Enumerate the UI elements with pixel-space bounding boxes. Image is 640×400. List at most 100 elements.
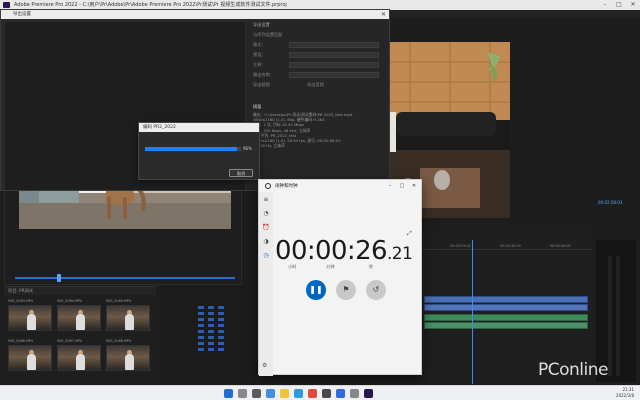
mixer-cell[interactable] xyxy=(218,312,224,315)
stopwatch-icon[interactable]: ◷ xyxy=(262,252,270,260)
file-explorer-icon[interactable] xyxy=(280,389,289,398)
mixer-cell[interactable] xyxy=(218,324,224,327)
mixer-cell[interactable] xyxy=(198,336,204,339)
timeline-ruler[interactable]: 00:00:15:00 00:00:30:00 00:00:45:00 xyxy=(420,244,592,250)
mixer-cell[interactable] xyxy=(208,336,214,339)
mixer-cell[interactable] xyxy=(198,318,204,321)
stopwatch-display: 00:00:26.21 xyxy=(275,236,421,266)
summary-label: 摘要 xyxy=(253,104,262,109)
mixer-cell[interactable] xyxy=(208,306,214,309)
mixer-cell[interactable] xyxy=(208,348,214,351)
encoding-dialog-title: 编码 PR2_2022 xyxy=(139,123,259,132)
mixer-cell[interactable] xyxy=(208,324,214,327)
clock-sidebar: ≡ ◔ ⏰ ◑ ◷ xyxy=(259,192,273,376)
clock-app-window: 闹钟和时钟 – □ ✕ ≡ ◔ ⏰ ◑ ◷ ⤢ 00:00:26.21 小时 分… xyxy=(258,179,422,376)
store-icon[interactable] xyxy=(308,389,317,398)
bin-thumbnail[interactable] xyxy=(8,305,52,331)
clock-taskbar-icon[interactable] xyxy=(350,389,359,398)
settings-icon[interactable] xyxy=(336,389,345,398)
mixer-cell[interactable] xyxy=(198,342,204,345)
maximize-icon[interactable]: □ xyxy=(612,0,626,10)
format-label: 格式： xyxy=(253,42,266,47)
audio-clip[interactable] xyxy=(424,322,588,329)
gear-icon[interactable]: ⚙ xyxy=(262,362,267,369)
minimize-icon[interactable]: – xyxy=(385,182,395,190)
meter-channel xyxy=(608,256,612,376)
export-video-checkbox[interactable]: 导出视频 xyxy=(253,82,270,88)
mixer-cell[interactable] xyxy=(218,330,224,333)
app-title: Adobe Premiere Pro 2022 - C:\用户\Pr\Adobe… xyxy=(14,2,287,8)
alarm-icon[interactable]: ⏰ xyxy=(262,224,270,232)
bin-thumbnail[interactable] xyxy=(106,305,150,331)
mixer-cell[interactable] xyxy=(218,336,224,339)
search-icon[interactable] xyxy=(238,389,247,398)
mixer-cell[interactable] xyxy=(218,348,224,351)
meter-channel xyxy=(616,256,620,376)
taskbar-clock[interactable]: 21:31 2022/3/8 xyxy=(616,387,634,399)
bin-thumbnail[interactable] xyxy=(57,345,101,371)
match-sequence-checkbox[interactable]: 与序列设置匹配 xyxy=(253,32,282,38)
summary-line: 48000 Hz, 立体声 xyxy=(253,143,285,149)
comments-field[interactable] xyxy=(289,62,379,68)
video-clip[interactable] xyxy=(424,304,588,311)
mail-icon[interactable] xyxy=(322,389,331,398)
mixer-cell[interactable] xyxy=(218,318,224,321)
close-icon[interactable]: ✕ xyxy=(626,0,640,10)
project-bin-header: 项目: PR测试 xyxy=(4,287,156,295)
ruler-tick-label: 00:00:45:00 xyxy=(550,244,571,248)
stopwatch-main: 00:00:26 xyxy=(275,236,388,266)
reset-button[interactable]: ↺ xyxy=(366,280,386,300)
mixer-cell[interactable] xyxy=(208,330,214,333)
encoding-progress-bar xyxy=(145,147,241,151)
video-clip[interactable] xyxy=(424,296,588,303)
encoding-progress-fill xyxy=(145,147,238,151)
mixer-cell[interactable] xyxy=(218,306,224,309)
preset-select[interactable] xyxy=(289,52,379,58)
mixer-cell[interactable] xyxy=(198,312,204,315)
close-icon[interactable]: ✕ xyxy=(409,182,419,190)
task-view-icon[interactable] xyxy=(252,389,261,398)
ruler-tick-label: 00:00:15:00 xyxy=(450,244,471,248)
widgets-icon[interactable] xyxy=(266,389,275,398)
audio-clip[interactable] xyxy=(424,314,588,321)
bin-thumbnail-label: IMG_0086.MP4 xyxy=(8,339,34,343)
export-settings-header: 导出设置 xyxy=(253,22,270,27)
minimize-icon[interactable]: – xyxy=(598,0,612,10)
mixer-cell[interactable] xyxy=(198,306,204,309)
edge-icon[interactable] xyxy=(294,389,303,398)
mixer-cell[interactable] xyxy=(208,318,214,321)
lap-button[interactable]: ⚑ xyxy=(336,280,356,300)
program-timecode: 00:02:58:03 xyxy=(598,200,623,205)
mixer-cell[interactable] xyxy=(198,348,204,351)
premiere-taskbar-icon[interactable] xyxy=(364,389,373,398)
project-bin: 项目: PR测试 IMG_0083.MP4 IMG_0084.MP4 IMG_008… xyxy=(4,286,156,384)
output-name-label: 输出名称： xyxy=(253,72,274,77)
encoding-percent: 96% xyxy=(243,146,252,151)
bin-thumbnail[interactable] xyxy=(8,345,52,371)
maximize-icon[interactable]: □ xyxy=(397,182,407,190)
mixer-cell[interactable] xyxy=(198,324,204,327)
timeline-playhead[interactable] xyxy=(472,240,473,384)
pause-button[interactable]: ❚❚ xyxy=(306,280,326,300)
mixer-cell[interactable] xyxy=(208,342,214,345)
close-icon[interactable]: ✕ xyxy=(381,10,386,19)
world-clock-icon[interactable]: ◑ xyxy=(262,238,270,246)
format-select[interactable] xyxy=(289,42,379,48)
menu-icon[interactable]: ≡ xyxy=(262,196,270,204)
cancel-button[interactable]: 取消 xyxy=(229,169,253,177)
export-audio-checkbox[interactable]: 导出音频 xyxy=(307,82,324,88)
mixer-cell[interactable] xyxy=(218,342,224,345)
source-time-ruler[interactable] xyxy=(15,277,235,279)
timer-icon[interactable]: ◔ xyxy=(262,210,270,218)
bin-thumbnail-label: IMG_0083.MP4 xyxy=(8,299,34,303)
mixer-cell[interactable] xyxy=(208,312,214,315)
bin-thumbnail[interactable] xyxy=(106,345,150,371)
output-name-field[interactable] xyxy=(289,72,379,78)
taskbar-date: 2022/3/8 xyxy=(616,393,634,398)
premiere-logo-icon xyxy=(3,2,10,8)
start-icon[interactable] xyxy=(224,389,233,398)
bin-thumbnail[interactable] xyxy=(57,305,101,331)
mixer-cell[interactable] xyxy=(198,330,204,333)
comments-label: 注释： xyxy=(253,62,266,67)
source-playhead[interactable] xyxy=(57,274,61,282)
